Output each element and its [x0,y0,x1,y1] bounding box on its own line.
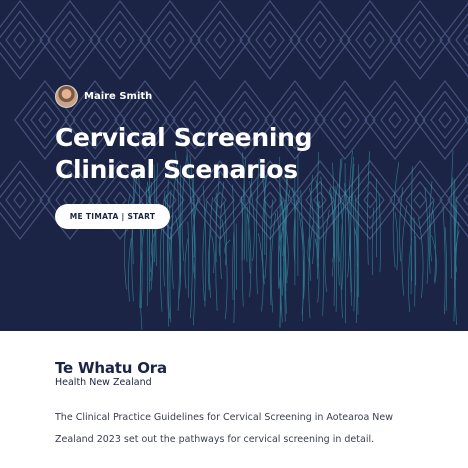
pattern-diamond [38,111,52,129]
pattern-thread [187,221,190,298]
pattern-diamond [355,20,385,60]
pattern-thread [394,212,399,271]
pattern-diamond [247,10,293,70]
pattern-thread [232,231,235,300]
pattern-thread [211,235,215,274]
pattern-thread [270,213,277,313]
pattern-diamond [213,31,227,49]
pattern-diamond [163,31,177,49]
pattern-diamond [313,31,327,49]
pattern-thread [202,200,208,301]
pattern-thread [371,207,375,276]
pattern-diamond [13,31,27,49]
pattern-diamond [405,20,435,60]
logo-title: Te Whatu Ora [55,359,167,377]
pattern-thread [455,221,459,325]
pattern-diamond [155,20,185,60]
pattern-thread [184,238,189,289]
pattern-diamond [113,31,127,49]
pattern-diamond [239,0,301,80]
pattern-thread [452,177,455,322]
pattern-thread [246,206,248,262]
logo-subtitle: Health New Zealand [55,377,152,388]
pattern-diamond [197,10,243,70]
pattern-diamond [189,0,251,80]
pattern-diamond [39,0,101,80]
pattern-thread [151,229,157,262]
intro-line-2: Zealand 2023 set out the pathways for ce… [55,434,375,445]
pattern-diamond [63,31,77,49]
pattern-diamond [55,20,85,60]
pattern-thread [413,217,416,307]
pattern-thread [450,150,454,279]
pattern-diamond [105,20,135,60]
author-avatar [55,85,78,108]
pattern-thread [264,175,266,256]
pattern-diamond [339,0,401,80]
intro-paragraph: The Clinical Practice Guidelines for Cer… [55,407,435,451]
pattern-thread [351,185,356,312]
pattern-thread [424,187,429,284]
pattern-thread [354,194,358,323]
pattern-diamond [205,180,235,220]
hero-banner: Maire Smith Cervical Screening Clinical … [0,0,468,331]
pattern-thread [442,205,446,315]
pattern-diamond [147,10,193,70]
pattern-diamond [205,20,235,60]
pattern-thread [139,220,146,330]
author-byline: Maire Smith [55,85,152,108]
pattern-diamond [363,31,377,49]
intro-line-1: The Clinical Practice Guidelines for Cer… [55,412,394,423]
pattern-diamond [139,0,201,80]
pattern-diamond [463,33,468,47]
pattern-diamond [5,180,35,220]
pattern-diamond [347,10,393,70]
pattern-thread [300,189,304,322]
page-title: Cervical Screening Clinical Scenarios [55,122,445,186]
pattern-diamond [463,193,468,207]
pattern-diamond [297,10,343,70]
pattern-thread [171,170,177,289]
pattern-diamond [289,0,351,80]
pattern-thread [418,217,424,298]
pattern-diamond [413,191,427,209]
pattern-diamond [447,13,468,67]
pattern-diamond [363,191,377,209]
pattern-diamond [255,20,285,60]
pattern-diamond [13,191,27,209]
pattern-diamond [97,10,143,70]
author-name: Maire Smith [84,91,153,102]
pattern-diamond [89,0,151,80]
title-line-1: Cervical Screening [55,123,313,152]
title-line-2: Clinical Scenarios [55,155,298,184]
pattern-diamond [47,10,93,70]
pattern-diamond [413,31,427,49]
pattern-thread [208,196,213,298]
pattern-diamond [5,20,35,60]
pattern-thread [128,238,132,302]
pattern-thread [334,186,338,312]
pattern-diamond [305,20,335,60]
pattern-diamond [397,10,443,70]
intro-section: Te Whatu Ora Health New Zealand The Clin… [0,331,468,468]
start-button[interactable]: ME TIMATA | START [55,204,170,229]
pattern-diamond [313,191,327,209]
pattern-thread [320,176,325,316]
pattern-diamond [263,31,277,49]
pattern-diamond [389,0,451,80]
